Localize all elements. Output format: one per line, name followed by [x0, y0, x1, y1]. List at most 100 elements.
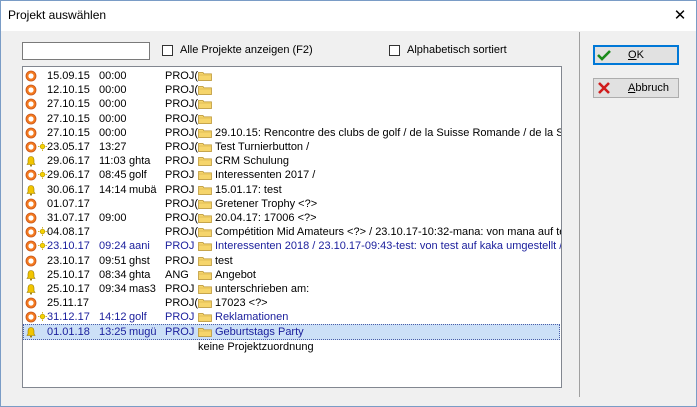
row-project-name: Geburtstags Party — [215, 325, 304, 338]
row-time: 09:24 — [99, 240, 127, 253]
project-row[interactable]: 25.11.17 PROJ( 17023 <?> — [23, 296, 561, 310]
folder-icon — [198, 270, 212, 280]
bell-icon — [25, 184, 37, 196]
lifebuoy-icon — [25, 113, 37, 125]
project-row[interactable]: 30.06.17 14:14 mubä PROJ 15.01.17: test — [23, 183, 561, 197]
row-date: 27.10.15 — [47, 126, 90, 139]
row-date: 30.06.17 — [47, 183, 90, 196]
row-type: PROJ( — [165, 98, 198, 111]
lifebuoy-icon — [25, 226, 37, 238]
row-project-name: 29.10.15: Rencontre des clubs de golf / … — [215, 126, 562, 139]
row-date: 25.11.17 — [47, 297, 90, 310]
project-row[interactable]: 15.09.15 00:00 PROJ( — [23, 69, 561, 83]
sun-icon — [38, 227, 47, 237]
project-row[interactable]: 31.12.17 14:12 golf PROJ Reklamationen — [23, 310, 561, 324]
lifebuoy-icon — [25, 84, 37, 96]
project-row[interactable]: 23.10.17 09:24 aani PROJ Interessenten 2018 … — [23, 239, 561, 253]
folder-icon — [198, 327, 212, 337]
search-input[interactable] — [22, 42, 150, 60]
row-time: 14:14 — [99, 183, 127, 196]
row-project-name: 17023 <?> — [215, 297, 268, 310]
folder-icon — [198, 199, 212, 209]
project-row[interactable]: 04.08.17 PROJ(Compétition Mid Amateurs <?… — [23, 225, 561, 239]
project-row[interactable]: 12.10.15 00:00 PROJ( — [23, 83, 561, 97]
lifebuoy-icon — [25, 98, 37, 110]
row-type: PROJ( — [165, 212, 198, 224]
row-date: 01.07.17 — [47, 197, 90, 210]
row-project-name: unterschrieben am: — [215, 283, 310, 295]
lifebuoy-icon — [25, 127, 37, 139]
cancel-button[interactable]: Abbruch — [593, 78, 679, 98]
row-user: golf — [129, 311, 147, 324]
project-row[interactable]: 01.07.17 PROJ( Gretener Trophy <?> — [23, 197, 561, 211]
row-type: PROJ — [165, 155, 195, 168]
row-type: PROJ( — [165, 141, 198, 153]
cancel-button-label: Abbruch — [628, 82, 669, 94]
row-type: PROJ( — [165, 197, 198, 210]
project-row[interactable]: 23.10.17 09:51 ghst PROJ test — [23, 254, 561, 268]
sun-icon — [38, 170, 47, 180]
project-row[interactable]: 27.10.15 00:00 PROJ( — [23, 112, 561, 126]
project-row[interactable]: 25.10.17 09:34 mas3 PROJ unterschrieben am: — [23, 282, 561, 296]
row-time: 09:51 — [99, 254, 127, 267]
project-row[interactable]: 29.06.17 08:45 golf PROJ Interessenten 2017 … — [23, 168, 561, 182]
alphabetical-sort-checkbox[interactable] — [389, 44, 400, 56]
row-user: mubä — [129, 183, 157, 196]
lifebuoy-icon — [25, 212, 37, 224]
show-all-projects-option[interactable]: Alle Projekte anzeigen (F2) — [162, 44, 313, 56]
project-row[interactable]: 27.10.15 00:00 PROJ(29.10.15: Rencontre de… — [23, 126, 561, 140]
row-type: PROJ( — [165, 112, 198, 125]
folder-icon — [198, 128, 212, 138]
row-project-name: test — [215, 254, 233, 267]
row-date: 12.10.15 — [47, 84, 90, 97]
row-user: mugü — [129, 325, 157, 338]
alphabetical-sort-option[interactable]: Alphabetisch sortiert — [389, 44, 507, 56]
row-type: PROJ — [165, 254, 195, 267]
lifebuoy-icon — [25, 255, 37, 267]
row-date: 04.08.17 — [47, 226, 90, 239]
project-row[interactable]: 23.05.17 13:27 PROJ(Test Turnierbutton / — [23, 140, 561, 154]
folder-icon — [198, 156, 212, 167]
row-time: 08:34 — [99, 268, 127, 281]
folder-icon — [198, 185, 212, 195]
no-project-assignment-item[interactable]: keine Projektzuordnung — [198, 340, 314, 354]
sun-icon — [38, 241, 47, 251]
show-all-projects-checkbox[interactable] — [162, 44, 173, 56]
row-date: 27.10.15 — [47, 98, 90, 111]
row-date: 31.12.17 — [47, 311, 90, 324]
lifebuoy-icon — [25, 297, 37, 309]
project-row[interactable]: 01.01.18 13:25 mugü PROJ Geburtstags Party — [23, 323, 561, 340]
alphabetical-sort-label: Alphabetisch sortiert — [407, 44, 507, 56]
row-project-name: Reklamationen — [215, 311, 289, 324]
project-row[interactable]: 29.06.17 11:03 ghta PROJ CRM Schulung — [23, 154, 561, 168]
project-list[interactable]: 15.09.15 00:00 PROJ(12.10.15 00:00 PROJ(27.1… — [22, 66, 562, 388]
show-all-projects-label: Alle Projekte anzeigen (F2) — [180, 44, 313, 56]
ok-button[interactable]: OK — [593, 45, 679, 65]
row-time: 00:00 — [99, 70, 127, 82]
row-date: 29.06.17 — [47, 155, 90, 168]
row-time: 08:45 — [99, 169, 127, 182]
folder-icon — [198, 298, 212, 309]
row-type: PROJ — [165, 183, 195, 196]
row-project-name: Angebot — [215, 268, 256, 281]
red-x-icon — [598, 82, 610, 94]
row-project-name: Gretener Trophy <?> — [215, 197, 318, 210]
row-date: 27.10.15 — [47, 112, 90, 125]
row-type: PROJ( — [165, 297, 198, 310]
folder-icon — [198, 241, 212, 252]
project-row[interactable]: 27.10.15 00:00 PROJ( — [23, 97, 561, 111]
lifebuoy-icon — [25, 240, 37, 252]
close-button[interactable]: ✕ — [670, 7, 690, 25]
dialog-window: Projekt auswählen ✕ Alle Projekte anzeig… — [0, 0, 697, 407]
row-project-name: 15.01.17: test — [215, 183, 282, 196]
row-project-name: CRM Schulung — [215, 155, 289, 168]
row-type: PROJ — [165, 240, 195, 253]
row-time: 00:00 — [99, 98, 127, 111]
row-project-name: Test Turnierbutton / — [215, 141, 310, 153]
project-row[interactable]: 31.07.17 09:00 PROJ(20.04.17: 17006 <?> — [23, 211, 561, 225]
row-time: 00:00 — [99, 112, 127, 125]
project-row[interactable]: 25.10.17 08:34 ghta ANG Angebot — [23, 268, 561, 282]
folder-icon — [198, 256, 212, 266]
folder-icon — [198, 71, 212, 81]
folder-icon — [198, 227, 212, 238]
